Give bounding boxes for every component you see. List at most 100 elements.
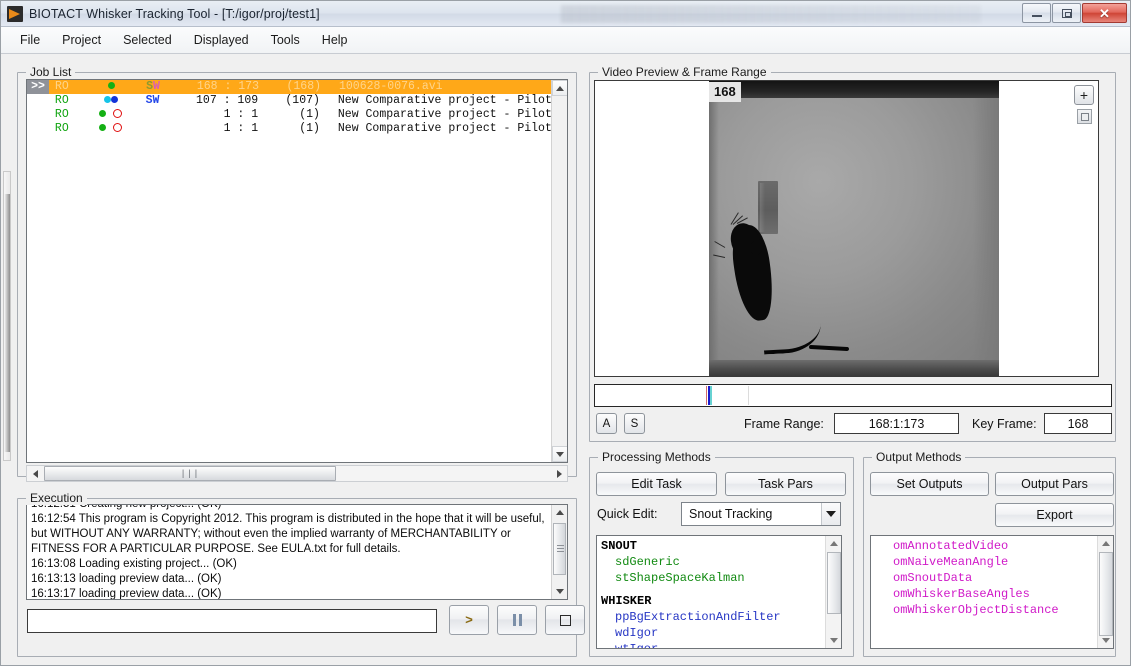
frame-range-label: Frame Range:	[744, 417, 824, 431]
autoscale-button[interactable]: A	[596, 413, 617, 434]
setscale-button[interactable]: S	[624, 413, 645, 434]
list-item: WHISKER	[601, 594, 652, 608]
list-item[interactable]: ppBgExtractionAndFilter	[601, 609, 824, 625]
job-list-vertical-scrollbar[interactable]	[551, 80, 567, 462]
execution-log-scrollbar[interactable]	[551, 505, 567, 599]
scroll-down-button[interactable]	[826, 633, 841, 648]
video-preview-panel: Video Preview & Frame Range 168 + A S Fr…	[589, 65, 1116, 442]
zoom-reset-button[interactable]	[1077, 109, 1092, 124]
table-row[interactable]: >> RO SW 168 : 173 (168) 100628-0076.avi	[27, 80, 551, 94]
left-edge-scrollbar-thumb[interactable]	[4, 194, 10, 452]
set-outputs-button[interactable]: Set Outputs	[870, 472, 989, 496]
app-icon	[7, 5, 23, 22]
list-item[interactable]: sdGeneric	[601, 554, 824, 570]
task-pars-button[interactable]: Task Pars	[725, 472, 846, 496]
list-item[interactable]: wdIgor	[601, 625, 824, 641]
scroll-left-button[interactable]	[27, 466, 43, 481]
chevron-down-icon[interactable]	[821, 503, 840, 525]
video-canvas[interactable]: 168 +	[594, 80, 1099, 377]
chevron-down-icon	[830, 638, 838, 643]
list-item[interactable]: omNaiveMeanAngle	[875, 554, 1096, 570]
output-methods-list[interactable]: omAnnotatedVideo omNaiveMeanAngle omSnou…	[870, 535, 1114, 649]
quick-edit-select[interactable]: Snout Tracking	[681, 502, 841, 526]
stop-button[interactable]	[545, 605, 585, 635]
green-dot-icon	[99, 124, 107, 132]
list-item[interactable]: wtIgor	[601, 641, 824, 648]
frame-timeline[interactable]	[594, 384, 1112, 407]
timeline-marker-faint	[748, 386, 749, 405]
job-list-table[interactable]: >> RO SW 168 : 173 (168) 100628-0076.avi…	[26, 79, 568, 463]
row-name: 100628-0076.avi	[339, 80, 443, 93]
output-pars-button[interactable]: Output Pars	[995, 472, 1114, 496]
title-bar: BIOTACT Whisker Tracking Tool - [T:/igor…	[1, 1, 1130, 27]
scrollbar-thumb[interactable]	[827, 552, 841, 614]
left-edge-scrollbar[interactable]	[3, 171, 11, 461]
job-list-horizontal-scrollbar[interactable]: |||	[26, 465, 568, 482]
key-frame-input[interactable]: 168	[1044, 413, 1112, 434]
list-item[interactable]: stShapeSpaceKalman	[601, 570, 824, 586]
scroll-up-button[interactable]	[1098, 536, 1113, 551]
scroll-down-button[interactable]	[1098, 633, 1113, 648]
scroll-up-button[interactable]	[826, 536, 841, 551]
menu-help[interactable]: Help	[311, 30, 359, 50]
row-status: RO	[54, 122, 69, 135]
restore-icon	[1061, 8, 1072, 18]
title-bar-glare	[561, 5, 981, 23]
table-row[interactable]: RO 1 : 1 (1) New Comparative project - P…	[27, 108, 551, 122]
row-name: New Comparative project - Pilot	[337, 108, 552, 121]
edit-task-button[interactable]: Edit Task	[596, 472, 717, 496]
close-button[interactable]: ✕	[1082, 3, 1127, 23]
scrollbar-thumb[interactable]	[1099, 552, 1113, 636]
chevron-right-icon	[556, 469, 562, 478]
menu-project[interactable]: Project	[51, 30, 112, 50]
scroll-down-button[interactable]	[552, 446, 567, 462]
command-input[interactable]	[27, 609, 437, 633]
chevron-up-icon	[556, 510, 564, 515]
scroll-right-button[interactable]	[551, 466, 567, 481]
log-line: 16:13:08 Loading existing project... (OK…	[31, 558, 237, 570]
scroll-up-button[interactable]	[552, 505, 567, 520]
processing-methods-list[interactable]: SNOUT sdGeneric stShapeSpaceKalman WHISK…	[596, 535, 842, 649]
row-range: 1 : 1	[223, 122, 259, 135]
scroll-up-button[interactable]	[552, 80, 567, 96]
maximize-button[interactable]	[1052, 3, 1081, 23]
pause-icon	[512, 614, 522, 626]
pause-button[interactable]	[497, 605, 537, 635]
menu-file[interactable]: File	[9, 30, 51, 50]
application-window: BIOTACT Whisker Tracking Tool - [T:/igor…	[0, 0, 1131, 666]
horizontal-scrollbar-thumb[interactable]: |||	[44, 466, 336, 481]
processing-methods-items: SNOUT sdGeneric stShapeSpaceKalman WHISK…	[601, 538, 824, 648]
row-status: RO	[55, 80, 69, 93]
table-row[interactable]: RO SW 107 : 109 (107) New Comparative pr…	[27, 94, 551, 108]
table-row[interactable]: RO 1 : 1 (1) New Comparative project - P…	[27, 122, 551, 136]
menu-selected[interactable]: Selected	[112, 30, 183, 50]
menu-displayed[interactable]: Displayed	[183, 30, 260, 50]
video-object-block	[758, 181, 778, 234]
list-item[interactable]: omSnoutData	[875, 570, 1096, 586]
scrollbar-thumb[interactable]	[553, 523, 566, 575]
scroll-down-button[interactable]	[552, 584, 567, 599]
list-item[interactable]: omAnnotatedVideo	[875, 538, 1096, 554]
menu-bar: File Project Selected Displayed Tools He…	[1, 27, 1130, 54]
window-title: BIOTACT Whisker Tracking Tool - [T:/igor…	[29, 6, 320, 21]
square-icon	[1080, 112, 1089, 121]
list-item[interactable]: omWhiskerBaseAngles	[875, 586, 1096, 602]
minimize-button[interactable]	[1022, 3, 1051, 23]
execution-log[interactable]: 16:12:51 Creating new project... (OK) 16…	[26, 504, 568, 600]
execution-log-lines: 16:12:51 Creating new project... (OK) 16…	[31, 505, 549, 599]
row-selected-arrow: >>	[27, 80, 49, 94]
menu-tools[interactable]: Tools	[260, 30, 311, 50]
frame-range-input[interactable]: 168:1:173	[834, 413, 959, 434]
chevron-down-icon	[556, 451, 564, 457]
job-list-panel: Job List >> RO SW 168 : 173 (168) 100628…	[17, 65, 577, 482]
output-list-scrollbar[interactable]	[1097, 536, 1113, 648]
export-button[interactable]: Export	[995, 503, 1114, 527]
blue-dot-icon	[110, 96, 118, 104]
window-controls: ✕	[1022, 3, 1127, 23]
grip-icon: |||	[180, 468, 200, 479]
processing-list-scrollbar[interactable]	[825, 536, 841, 648]
zoom-in-button[interactable]: +	[1074, 85, 1094, 105]
run-button[interactable]: >	[449, 605, 489, 635]
row-markers	[89, 108, 133, 122]
list-item[interactable]: omWhiskerObjectDistance	[875, 602, 1096, 618]
